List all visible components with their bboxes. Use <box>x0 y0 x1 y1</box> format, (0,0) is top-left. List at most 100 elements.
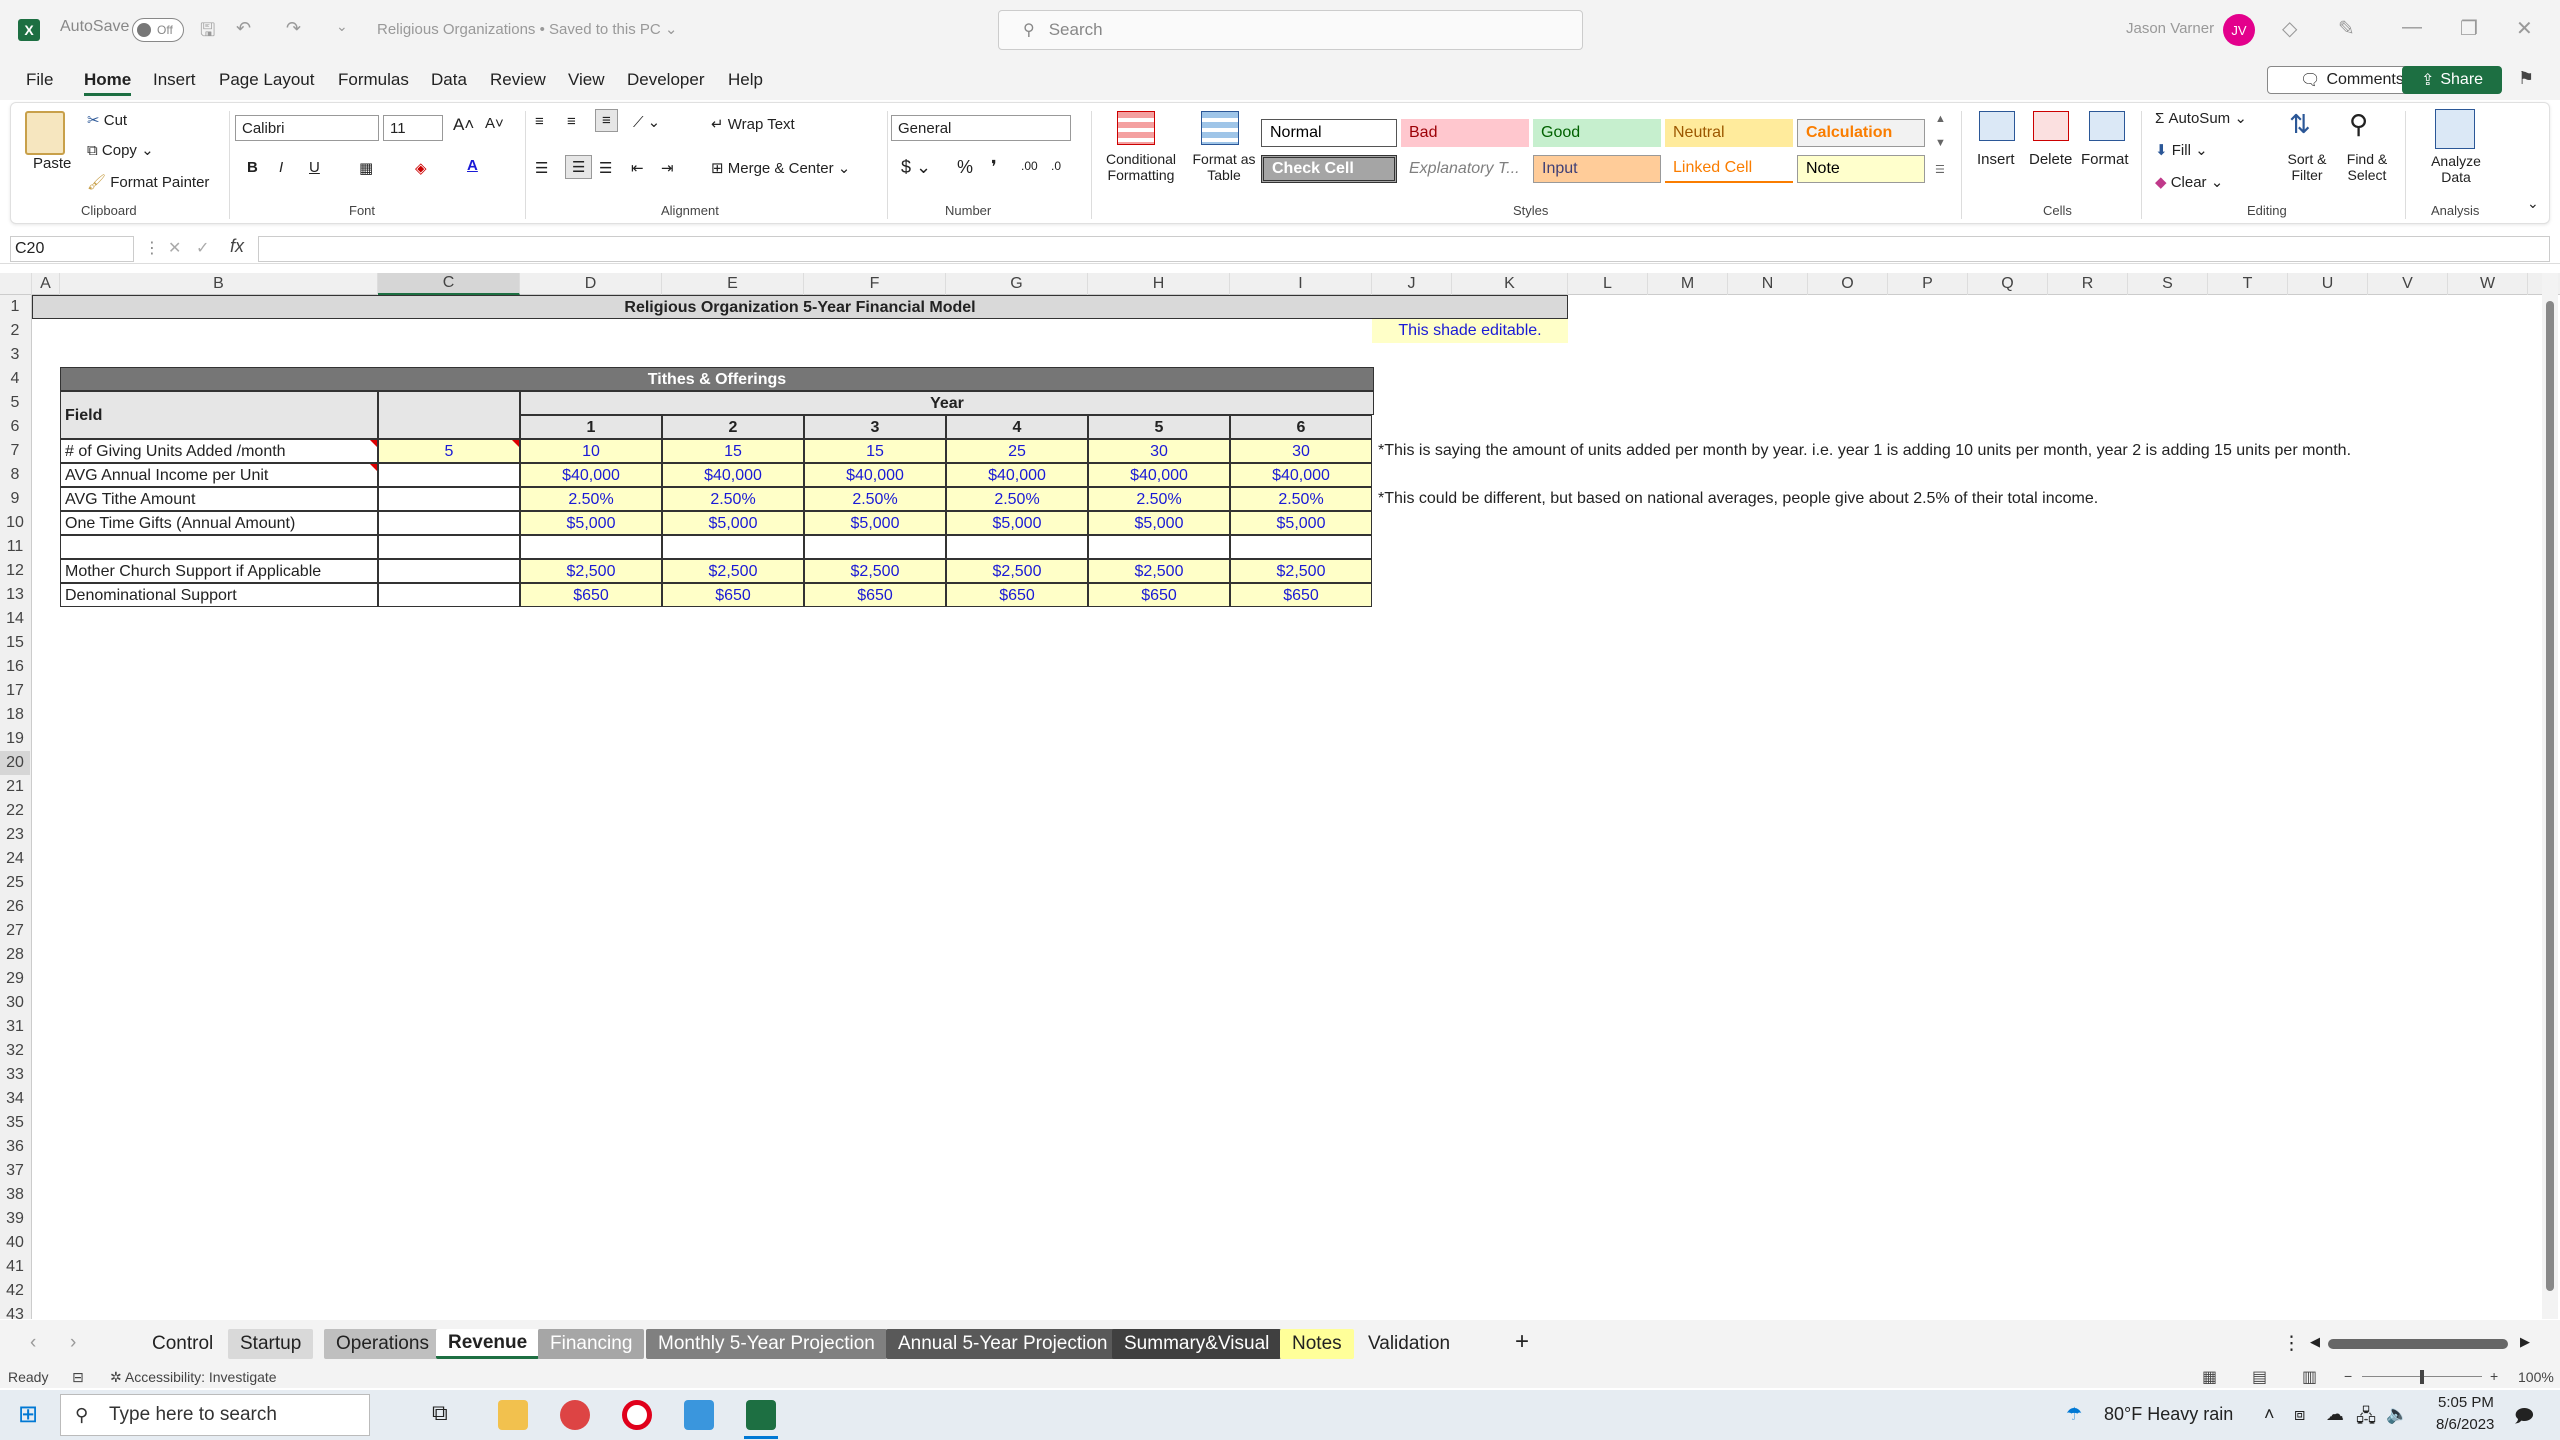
format-cells-button[interactable]: Format <box>2081 151 2129 168</box>
year-value-cell[interactable]: $5,000 <box>1088 511 1230 535</box>
number-format-select[interactable]: General <box>891 115 1071 141</box>
row-header[interactable]: 21 <box>0 775 30 799</box>
row-header[interactable]: 8 <box>0 463 30 487</box>
year-value-cell[interactable]: 30 <box>1230 439 1372 463</box>
clear-button[interactable]: ◆ Clear ⌄ <box>2155 173 2223 191</box>
column-c-cell[interactable] <box>378 535 520 559</box>
format-painter-button[interactable]: 🖌 Format Painter <box>87 173 209 191</box>
fill-color-icon[interactable]: ◈ <box>415 159 427 177</box>
column-c-cell[interactable]: 5 <box>378 439 520 463</box>
row-header[interactable]: 12 <box>0 559 30 583</box>
column-header[interactable]: F <box>804 273 946 295</box>
row-header[interactable]: 14 <box>0 607 30 631</box>
style-input[interactable]: Input <box>1533 155 1661 183</box>
wrap-text-button[interactable]: ↵ Wrap Text <box>711 115 795 133</box>
year-number[interactable]: 2 <box>662 415 804 439</box>
note-units[interactable]: *This is saying the amount of units adde… <box>1374 439 2474 463</box>
row-header[interactable]: 23 <box>0 823 30 847</box>
row-header[interactable]: 1 <box>0 295 30 319</box>
excel-taskbar-icon[interactable] <box>746 1400 776 1430</box>
sheet-tab[interactable]: Control <box>140 1329 225 1359</box>
decrease-indent-icon[interactable]: ⇤ <box>631 159 644 177</box>
field-header[interactable]: Field <box>60 391 378 439</box>
year-value-cell[interactable]: $5,000 <box>946 511 1088 535</box>
year-value-cell[interactable]: 2.50% <box>520 487 662 511</box>
year-value-cell[interactable]: 25 <box>946 439 1088 463</box>
year-value-cell[interactable]: 30 <box>1088 439 1230 463</box>
year-value-cell[interactable]: $5,000 <box>662 511 804 535</box>
row-header[interactable]: 17 <box>0 679 30 703</box>
column-c-cell[interactable] <box>378 511 520 535</box>
notifications-icon[interactable]: 🗩 <box>2514 1404 2534 1434</box>
year-value-cell[interactable]: $40,000 <box>1230 463 1372 487</box>
menu-insert[interactable]: Insert <box>153 70 196 90</box>
row-header[interactable]: 29 <box>0 967 30 991</box>
year-value-cell[interactable]: 2.50% <box>1088 487 1230 511</box>
style-linked-cell[interactable]: Linked Cell <box>1665 155 1793 183</box>
paste-icon[interactable] <box>25 111 65 155</box>
orientation-icon[interactable]: ⟋ ⌄ <box>633 113 660 131</box>
year-value-cell[interactable]: $40,000 <box>1088 463 1230 487</box>
clock-time[interactable]: 5:05 PM <box>2438 1394 2494 1411</box>
year-value-cell[interactable]: $2,500 <box>520 559 662 583</box>
cut-button[interactable]: ✂ Cut <box>87 111 127 129</box>
worksheet-grid[interactable]: Religious Organization 5-Year Financial … <box>32 295 2542 1319</box>
year-value-cell[interactable] <box>662 535 804 559</box>
enter-icon[interactable]: ✓ <box>196 238 209 258</box>
insert-cells-button[interactable]: Insert <box>1977 151 2015 168</box>
search-box[interactable]: ⚲ Search <box>998 10 1583 50</box>
increase-indent-icon[interactable]: ⇥ <box>661 159 674 177</box>
insert-function-icon[interactable]: fx <box>230 236 244 257</box>
sheet-tab[interactable]: Operations <box>324 1329 441 1359</box>
column-header[interactable]: M <box>1648 273 1728 295</box>
sheet-tab[interactable]: Annual 5-Year Projection <box>886 1329 1120 1359</box>
autosum-button[interactable]: Σ AutoSum ⌄ <box>2155 109 2247 127</box>
style-bad[interactable]: Bad <box>1401 119 1529 147</box>
column-c-cell[interactable] <box>378 559 520 583</box>
menu-home[interactable]: Home <box>84 70 132 96</box>
sheet-tab[interactable]: Summary&Visual <box>1112 1329 1282 1359</box>
row-header[interactable]: 30 <box>0 991 30 1015</box>
style-note[interactable]: Note <box>1797 155 1925 183</box>
menu-data[interactable]: Data <box>431 70 467 90</box>
shrink-font-icon[interactable]: A˅ <box>485 115 504 132</box>
row-header[interactable]: 5 <box>0 391 30 415</box>
name-box[interactable]: C20 <box>10 236 134 262</box>
row-header[interactable]: 28 <box>0 943 30 967</box>
menu-help[interactable]: Help <box>728 70 763 90</box>
row-header[interactable]: 33 <box>0 1063 30 1087</box>
row-header[interactable]: 35 <box>0 1111 30 1135</box>
snipping-tool-icon[interactable] <box>560 1400 590 1430</box>
weather-text[interactable]: 80°F Heavy rain <box>2104 1404 2233 1425</box>
task-view-icon[interactable]: ⧉ <box>432 1400 448 1426</box>
row-header[interactable]: 31 <box>0 1015 30 1039</box>
menu-file[interactable]: File <box>26 70 53 90</box>
style-normal[interactable]: Normal <box>1261 119 1397 147</box>
row-header[interactable]: 10 <box>0 511 30 535</box>
blank-header-cell[interactable] <box>378 391 520 439</box>
menu-developer[interactable]: Developer <box>627 70 705 90</box>
align-left-icon[interactable]: ☰ <box>535 159 548 177</box>
year-value-cell[interactable]: $2,500 <box>946 559 1088 583</box>
year-number[interactable]: 1 <box>520 415 662 439</box>
column-c-cell[interactable] <box>378 487 520 511</box>
row-header[interactable]: 3 <box>0 343 30 367</box>
comma-icon[interactable]: ❜ <box>991 157 997 178</box>
year-number[interactable]: 3 <box>804 415 946 439</box>
row-header[interactable]: 11 <box>0 535 30 559</box>
align-right-icon[interactable]: ☰ <box>599 159 612 177</box>
align-center-icon[interactable]: ☰ <box>565 155 593 179</box>
row-header[interactable]: 15 <box>0 631 30 655</box>
taskbar-search[interactable]: ⚲ Type here to search <box>60 1394 370 1436</box>
pen-icon[interactable]: ✎ <box>2338 16 2355 41</box>
find-icon[interactable]: ⚲ <box>2349 109 2368 140</box>
format-as-table-button[interactable]: Format as Table <box>1189 151 1259 183</box>
row-header[interactable]: 22 <box>0 799 30 823</box>
menu-page-layout[interactable]: Page Layout <box>219 70 314 90</box>
analyze-data-icon[interactable] <box>2435 109 2475 149</box>
vertical-scroll-thumb[interactable] <box>2546 301 2554 1291</box>
column-header[interactable]: S <box>2128 273 2208 295</box>
year-value-cell[interactable]: 2.50% <box>946 487 1088 511</box>
column-header[interactable]: G <box>946 273 1088 295</box>
year-number[interactable]: 5 <box>1088 415 1230 439</box>
